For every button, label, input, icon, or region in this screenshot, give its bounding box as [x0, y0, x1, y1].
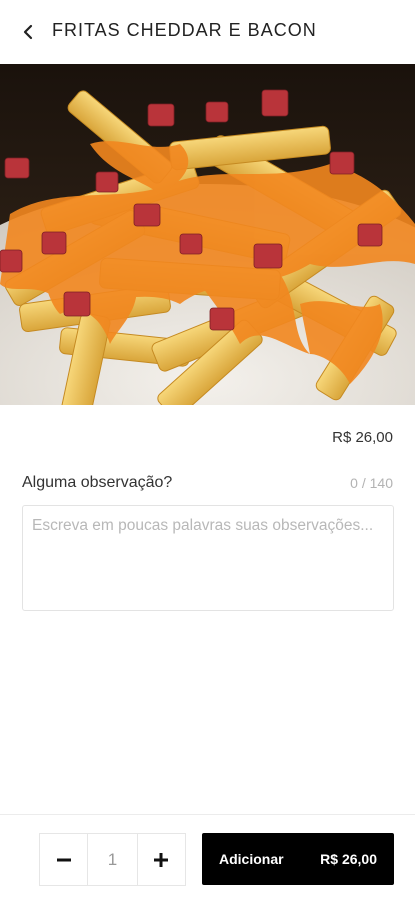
observation-textarea[interactable] — [22, 505, 394, 611]
bottom-action-bar: 1 Adicionar R$ 26,00 — [0, 814, 415, 900]
add-button-price: R$ 26,00 — [320, 851, 377, 867]
decrement-button[interactable] — [40, 834, 87, 885]
plus-icon — [154, 852, 169, 867]
add-button-label: Adicionar — [219, 851, 284, 867]
back-button[interactable] — [14, 18, 42, 46]
observation-char-counter: 0 / 140 — [350, 475, 393, 491]
quantity-stepper: 1 — [39, 833, 186, 886]
quantity-value: 1 — [87, 834, 138, 885]
increment-button[interactable] — [138, 834, 185, 885]
minus-icon — [56, 858, 71, 861]
product-image — [0, 64, 415, 405]
page-title: FRITAS CHEDDAR E BACON — [52, 20, 317, 40]
observation-label: Alguma observação? — [22, 474, 173, 491]
product-price: R$ 26,00 — [332, 429, 393, 446]
top-bar: FRITAS CHEDDAR E BACON — [0, 0, 415, 64]
chevron-left-icon — [23, 24, 33, 40]
add-to-cart-button[interactable]: Adicionar R$ 26,00 — [202, 833, 394, 885]
product-detail-screen: FRITAS CHEDDAR E BACON R$ 26,00 Alguma o… — [0, 0, 415, 900]
